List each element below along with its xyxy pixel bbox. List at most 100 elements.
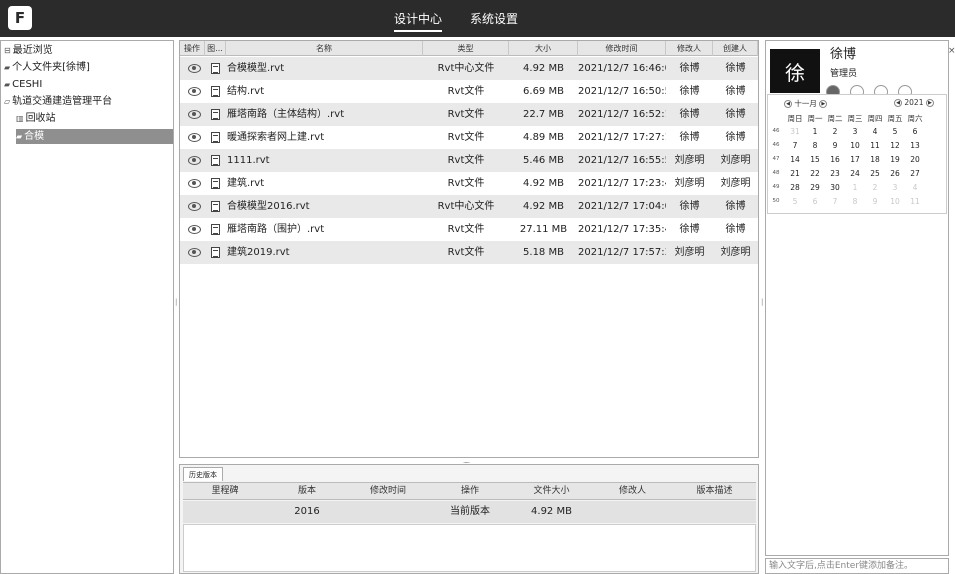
- calendar-day[interactable]: 17: [845, 155, 865, 164]
- table-row[interactable]: 雁塔南路（主体结构）.rvt Rvt文件 22.7 MB 2021/12/7 16:5…: [180, 103, 758, 126]
- tree-item-label: 合模: [24, 131, 45, 142]
- next-month-icon[interactable]: ▶: [819, 100, 828, 108]
- preview-eye-icon[interactable]: [188, 110, 201, 119]
- tab-design-center[interactable]: 设计中心: [394, 10, 443, 32]
- calendar-day[interactable]: 5: [885, 127, 905, 136]
- table-row[interactable]: 雁塔南路（围护）.rvt Rvt文件 27.11 MB 2021/12/7 17:35…: [180, 218, 758, 241]
- tab-system-settings[interactable]: 系统设置: [470, 10, 518, 27]
- tree-item-recycle-bin[interactable]: ▥ 回收站: [16, 111, 56, 126]
- hcol-action[interactable]: 操作: [429, 483, 511, 499]
- calendar-day[interactable]: 5: [785, 197, 805, 206]
- history-modified: [347, 501, 429, 523]
- calendar-day[interactable]: 8: [805, 141, 825, 150]
- tree-item-ceshi[interactable]: ▰ CESHI: [4, 77, 42, 92]
- calendar-day[interactable]: 27: [905, 169, 925, 178]
- calendar-day[interactable]: 13: [905, 141, 925, 150]
- calendar-day[interactable]: 6: [805, 197, 825, 206]
- calendar-day[interactable]: 11: [905, 197, 925, 206]
- hcol-version[interactable]: 版本: [267, 483, 347, 499]
- preview-eye-icon[interactable]: [188, 248, 201, 257]
- calendar-day[interactable]: 1: [805, 127, 825, 136]
- calendar-day[interactable]: 30: [825, 183, 845, 192]
- preview-eye-icon[interactable]: [188, 133, 201, 142]
- col-type[interactable]: 类型: [423, 41, 509, 56]
- prev-year-icon[interactable]: ◀: [894, 99, 902, 107]
- note-input[interactable]: [765, 558, 949, 574]
- tree-item-label: 个人文件夹[徐博]: [12, 62, 90, 73]
- calendar-day[interactable]: 23: [825, 169, 845, 178]
- calendar-day[interactable]: 7: [785, 141, 805, 150]
- cell-name: 合模模型.rvt: [227, 63, 285, 74]
- calendar-day[interactable]: 21: [785, 169, 805, 178]
- preview-eye-icon[interactable]: [188, 225, 201, 234]
- calendar-day[interactable]: 16: [825, 155, 845, 164]
- hcol-description[interactable]: 版本描述: [673, 483, 756, 499]
- col-icon[interactable]: 图...: [205, 41, 226, 56]
- preview-eye-icon[interactable]: [188, 179, 201, 188]
- col-actions[interactable]: 操作: [180, 41, 205, 56]
- hcol-modifier[interactable]: 修改人: [592, 483, 673, 499]
- table-row[interactable]: 1111.rvt Rvt文件 5.46 MB 2021/12/7 16:55:54 刘彦…: [180, 149, 758, 172]
- calendar-day[interactable]: 9: [865, 197, 885, 206]
- calendar-day[interactable]: 10: [885, 197, 905, 206]
- calendar-day[interactable]: 10: [845, 141, 865, 150]
- calendar-day[interactable]: 1: [845, 183, 865, 192]
- tree-item-hemo[interactable]: ▰ 合模: [16, 129, 173, 144]
- preview-eye-icon[interactable]: [188, 87, 201, 96]
- calendar-day[interactable]: 4: [865, 127, 885, 136]
- next-year-icon[interactable]: ▶: [925, 99, 934, 107]
- calendar-day[interactable]: 29: [805, 183, 825, 192]
- tree-item-recent[interactable]: ⊟ 最近浏览: [4, 43, 53, 58]
- table-row[interactable]: 合模模型.rvt Rvt中心文件 4.92 MB 2021/12/7 16:46:05…: [180, 57, 758, 80]
- calendar-day[interactable]: 22: [805, 169, 825, 178]
- preview-eye-icon[interactable]: [188, 64, 201, 73]
- table-row[interactable]: 合模模型2016.rvt Rvt中心文件 4.92 MB 2021/12/7 17:0…: [180, 195, 758, 218]
- table-row[interactable]: 建筑.rvt Rvt文件 4.92 MB 2021/12/7 17:23:49 刘彦明 刘…: [180, 172, 758, 195]
- table-row[interactable]: 结构.rvt Rvt文件 6.69 MB 2021/12/7 16:50:54 徐博 徐博: [180, 80, 758, 103]
- hcol-milestone[interactable]: 里程碑: [183, 483, 267, 499]
- calendar-day[interactable]: 3: [845, 127, 865, 136]
- right-splitter-grip[interactable]: |: [761, 298, 763, 306]
- calendar-day[interactable]: 2: [865, 183, 885, 192]
- file-type-icon: [211, 63, 220, 74]
- hcol-modified[interactable]: 修改时间: [347, 483, 429, 499]
- col-modified[interactable]: 修改时间: [578, 41, 666, 56]
- tab-history-versions[interactable]: 历史版本: [183, 467, 223, 481]
- calendar-day[interactable]: 2: [825, 127, 845, 136]
- calendar-day[interactable]: 24: [845, 169, 865, 178]
- calendar-day[interactable]: 19: [885, 155, 905, 164]
- calendar-day[interactable]: 4: [905, 183, 925, 192]
- calendar-day[interactable]: 14: [785, 155, 805, 164]
- tree-item-rail-platform[interactable]: ▱ 轨道交通建造管理平台: [4, 94, 112, 109]
- calendar-day[interactable]: 20: [905, 155, 925, 164]
- calendar-day[interactable]: 25: [865, 169, 885, 178]
- table-row[interactable]: 建筑2019.rvt Rvt文件 5.18 MB 2021/12/7 17:57:31…: [180, 241, 758, 264]
- calendar-day[interactable]: 7: [825, 197, 845, 206]
- tree-item-personal-folder[interactable]: ▰ 个人文件夹[徐博]: [4, 60, 90, 75]
- calendar-day[interactable]: 18: [865, 155, 885, 164]
- history-row[interactable]: 2016 当前版本 4.92 MB: [183, 501, 756, 523]
- calendar-day[interactable]: 31: [785, 127, 805, 136]
- col-creator[interactable]: 创建人: [713, 41, 758, 56]
- calendar-day[interactable]: 3: [885, 183, 905, 192]
- table-row[interactable]: 暖通探索者网上建.rvt Rvt文件 4.89 MB 2021/12/7 17:27:…: [180, 126, 758, 149]
- close-icon[interactable]: ×: [948, 46, 955, 56]
- calendar-day[interactable]: 28: [785, 183, 805, 192]
- calendar-day[interactable]: 8: [845, 197, 865, 206]
- col-size[interactable]: 大小: [509, 41, 578, 56]
- col-name[interactable]: 名称: [226, 41, 423, 56]
- col-modifier[interactable]: 修改人: [666, 41, 713, 56]
- calendar-day[interactable]: 9: [825, 141, 845, 150]
- calendar-day[interactable]: 6: [905, 127, 925, 136]
- avatar[interactable]: 徐: [770, 49, 820, 93]
- calendar-day[interactable]: 26: [885, 169, 905, 178]
- calendar-day[interactable]: 12: [885, 141, 905, 150]
- app-logo-icon[interactable]: F: [8, 6, 32, 30]
- preview-eye-icon[interactable]: [188, 202, 201, 211]
- calendar-day[interactable]: 11: [865, 141, 885, 150]
- left-splitter-grip[interactable]: |: [175, 298, 177, 306]
- preview-eye-icon[interactable]: [188, 156, 201, 165]
- hcol-size[interactable]: 文件大小: [511, 483, 592, 499]
- prev-month-icon[interactable]: ◀: [784, 100, 792, 108]
- calendar-day[interactable]: 15: [805, 155, 825, 164]
